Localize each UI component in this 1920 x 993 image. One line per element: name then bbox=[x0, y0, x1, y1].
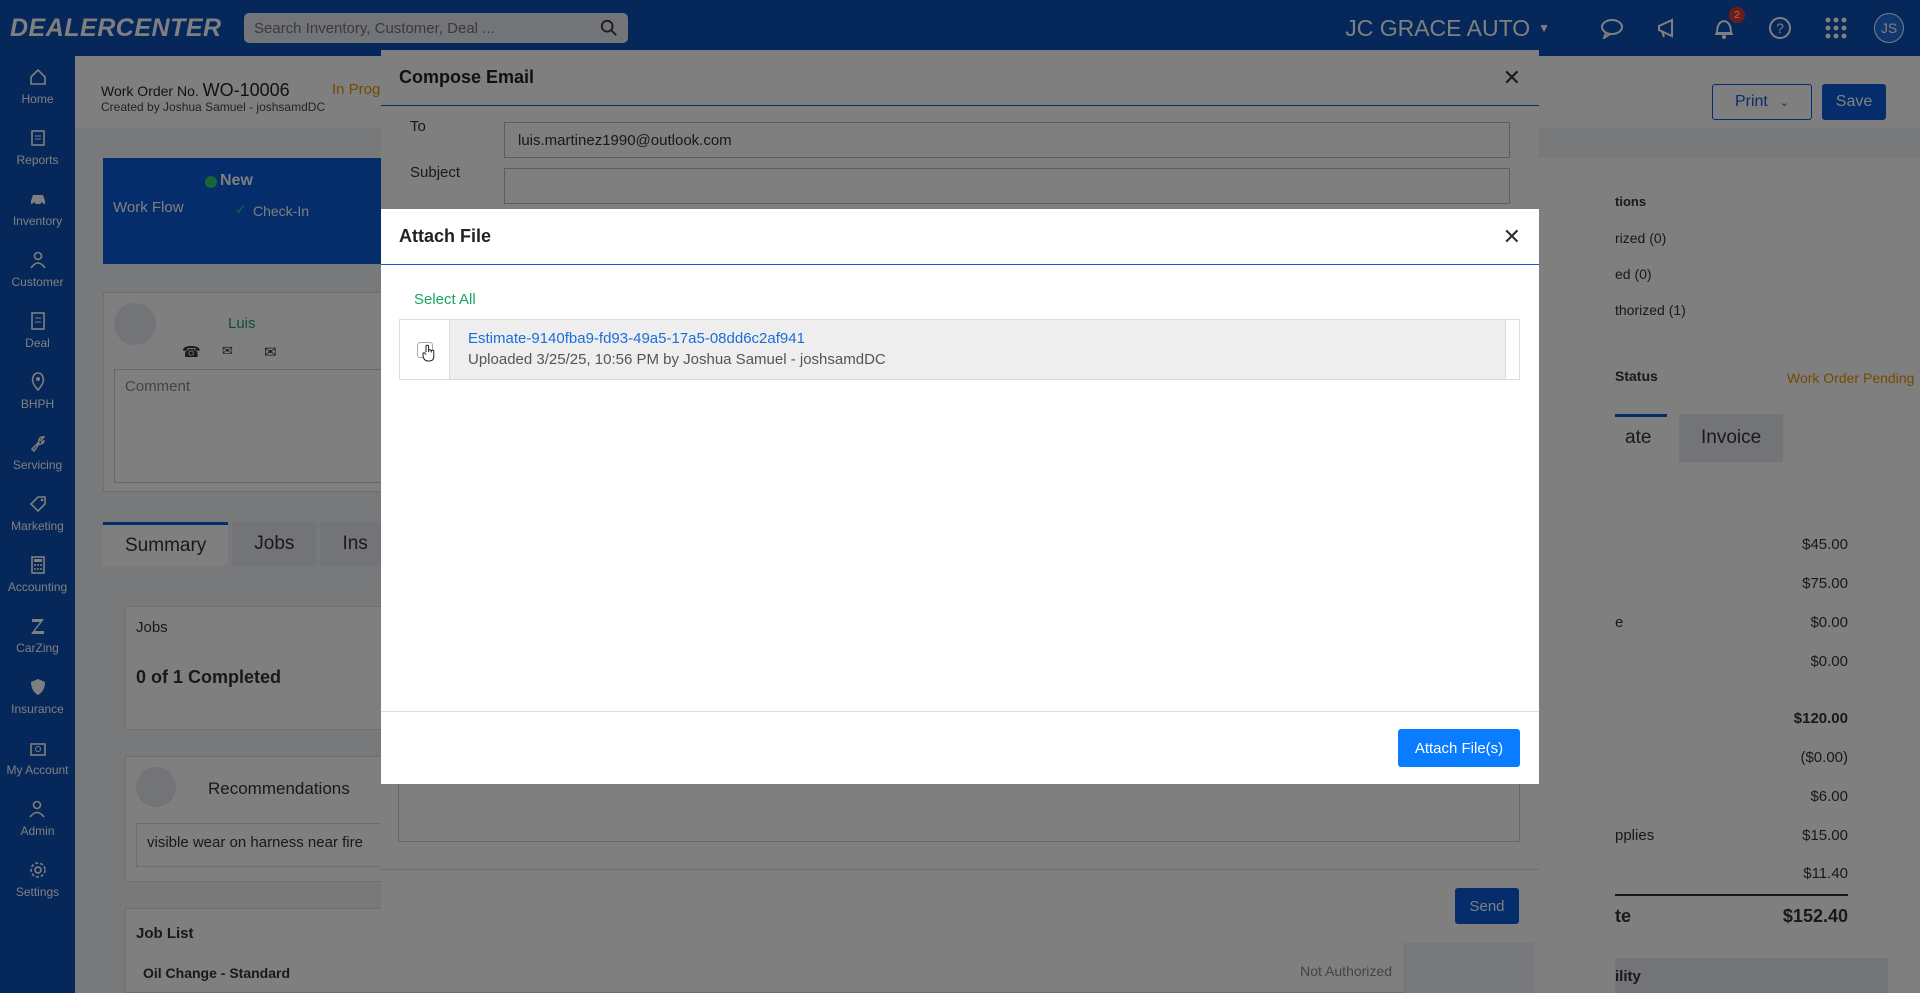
to-field-row: To luis.martinez1990@outlook.com bbox=[410, 118, 1510, 158]
select-all-link[interactable]: Select All bbox=[414, 291, 476, 308]
file-row-strip bbox=[1505, 320, 1519, 379]
file-checkbox-cell[interactable] bbox=[400, 320, 450, 379]
subject-label: Subject bbox=[410, 164, 461, 181]
subject-input[interactable] bbox=[504, 168, 1510, 204]
file-row[interactable]: Estimate-9140fba9-fd93-49a5-17a5-08dd6c2… bbox=[399, 319, 1520, 380]
attach-footer-divider bbox=[381, 711, 1539, 712]
compose-email-header: Compose Email ✕ bbox=[381, 50, 1539, 106]
hand-cursor-icon bbox=[422, 344, 435, 362]
file-info: Estimate-9140fba9-fd93-49a5-17a5-08dd6c2… bbox=[450, 320, 886, 379]
subject-field-row: Subject bbox=[410, 164, 1510, 204]
close-icon[interactable]: ✕ bbox=[1503, 65, 1521, 91]
to-label: To bbox=[410, 118, 426, 135]
attach-file-title: Attach File bbox=[399, 226, 492, 246]
to-input[interactable]: luis.martinez1990@outlook.com bbox=[504, 122, 1510, 158]
compose-footer-divider bbox=[381, 869, 1539, 870]
attach-file-header: Attach File ✕ bbox=[381, 209, 1539, 265]
send-button[interactable]: Send bbox=[1455, 888, 1519, 924]
file-name-link[interactable]: Estimate-9140fba9-fd93-49a5-17a5-08dd6c2… bbox=[468, 330, 886, 347]
file-upload-meta: Uploaded 3/25/25, 10:56 PM by Joshua Sam… bbox=[468, 351, 886, 368]
compose-email-title: Compose Email bbox=[399, 67, 535, 87]
attach-file-modal: Attach File ✕ Select All Estimate-9140fb… bbox=[381, 209, 1539, 784]
close-icon[interactable]: ✕ bbox=[1503, 224, 1521, 250]
attach-files-button[interactable]: Attach File(s) bbox=[1398, 729, 1520, 767]
